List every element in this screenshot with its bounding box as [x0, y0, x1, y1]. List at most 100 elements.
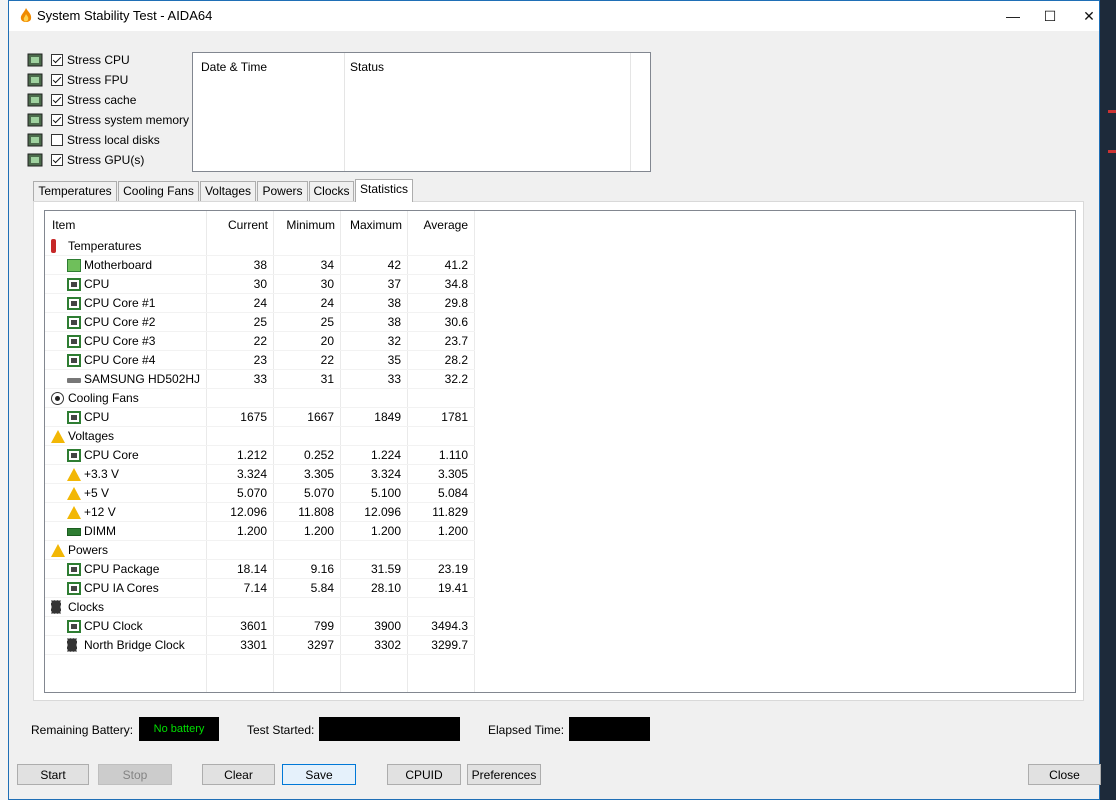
close-window-button[interactable]: ✕	[1069, 1, 1109, 31]
tab-temperatures[interactable]: Temperatures	[33, 181, 117, 201]
tab-voltages[interactable]: Voltages	[200, 181, 256, 201]
elapsed-time-value	[569, 717, 650, 741]
stop-button[interactable]: Stop	[98, 764, 172, 785]
stress-option-3[interactable]: Stress system memory	[27, 111, 189, 129]
table-row[interactable]: CPU Package 18.14 9.16 31.59 23.19	[45, 560, 475, 579]
cell-current: 1.212	[236, 448, 267, 462]
stress-option-5[interactable]: Stress GPU(s)	[27, 151, 144, 169]
checkbox[interactable]	[51, 94, 63, 106]
checkbox[interactable]	[51, 134, 63, 146]
table-row[interactable]: CPU Clock 3601 799 3900 3494.3	[45, 617, 475, 636]
cell-minimum: 1667	[307, 410, 334, 424]
cell-current: 33	[253, 372, 267, 386]
stress-option-1[interactable]: Stress FPU	[27, 71, 128, 89]
header-current[interactable]: Current	[207, 218, 268, 232]
cell-average: 3494.3	[431, 619, 468, 633]
checkbox[interactable]	[51, 154, 63, 166]
row-label: CPU Core #3	[84, 334, 156, 348]
tab-cooling-fans[interactable]: Cooling Fans	[118, 181, 199, 201]
cell-minimum: 0.252	[303, 448, 334, 462]
battery-label: Remaining Battery:	[31, 723, 134, 737]
warning-icon	[67, 506, 81, 519]
stress-option-label: Stress CPU	[67, 53, 130, 67]
table-row[interactable]: +5 V 5.070 5.070 5.100 5.084	[45, 484, 475, 503]
table-row[interactable]: CPU Core #2 25 25 38 30.6	[45, 313, 475, 332]
table-row[interactable]: +12 V 12.096 11.808 12.096 11.829	[45, 503, 475, 522]
table-row[interactable]: SAMSUNG HD502HJ 33 31 33 32.2	[45, 370, 475, 389]
cell-maximum: 32	[387, 334, 401, 348]
cell-current: 7.14	[243, 581, 267, 595]
clear-button[interactable]: Clear	[202, 764, 275, 785]
row-label: Powers	[68, 543, 109, 557]
stress-option-4[interactable]: Stress local disks	[27, 131, 160, 149]
table-row[interactable]: +3.3 V 3.324 3.305 3.324 3.305	[45, 465, 475, 484]
cell-average: 11.829	[432, 505, 468, 519]
gpu-icon	[27, 153, 43, 167]
cell-current: 12.096	[230, 505, 267, 519]
cell-minimum: 11.808	[298, 505, 334, 519]
start-button[interactable]: Start	[17, 764, 89, 785]
cell-current: 5.070	[236, 486, 267, 500]
stress-option-2[interactable]: Stress cache	[27, 91, 136, 109]
cell-average: 1.200	[437, 524, 468, 538]
tab-clocks[interactable]: Clocks	[309, 181, 354, 201]
group-row[interactable]: Temperatures	[45, 237, 475, 256]
table-row[interactable]: Motherboard 38 34 42 41.2	[45, 256, 475, 275]
tab-statistics[interactable]: Statistics	[355, 179, 413, 202]
preferences-button[interactable]: Preferences	[467, 764, 541, 785]
group-row[interactable]: Powers	[45, 541, 475, 560]
cell-average: 3299.7	[431, 638, 468, 652]
cell-maximum: 42	[387, 258, 401, 272]
elapsed-time-label: Elapsed Time:	[488, 723, 565, 737]
maximize-button[interactable]: ☐	[1030, 1, 1070, 31]
battery-value: No battery	[139, 717, 219, 741]
cpuid-button[interactable]: CPUID	[387, 764, 461, 785]
checkbox[interactable]	[51, 74, 63, 86]
statistics-table[interactable]: Item Current Minimum Maximum Average Tem…	[44, 210, 1076, 693]
stress-option-label: Stress GPU(s)	[67, 153, 145, 167]
cell-maximum: 1.200	[370, 524, 401, 538]
table-row[interactable]: CPU Core 1.212 0.252 1.224 1.110	[45, 446, 475, 465]
event-log-list[interactable]: Date & Time Status	[192, 52, 651, 172]
table-row[interactable]: CPU Core #4 23 22 35 28.2	[45, 351, 475, 370]
header-minimum[interactable]: Minimum	[274, 218, 335, 232]
table-row[interactable]: CPU 30 30 37 34.8	[45, 275, 475, 294]
tab-powers[interactable]: Powers	[257, 181, 308, 201]
stress-option-0[interactable]: Stress CPU	[27, 51, 130, 69]
cell-current: 1675	[240, 410, 267, 424]
header-average[interactable]: Average	[408, 218, 468, 232]
log-header-datetime[interactable]: Date & Time	[201, 60, 267, 74]
cell-average: 28.2	[444, 353, 468, 367]
minimize-button[interactable]: —	[993, 1, 1033, 31]
checkbox[interactable]	[51, 54, 63, 66]
table-row[interactable]: CPU 1675 1667 1849 1781	[45, 408, 475, 427]
dimm-icon	[67, 528, 81, 536]
chip-icon	[67, 354, 81, 367]
cell-maximum: 1849	[374, 410, 401, 424]
group-row[interactable]: Clocks	[45, 598, 475, 617]
cell-minimum: 30	[320, 277, 334, 291]
header-maximum[interactable]: Maximum	[341, 218, 402, 232]
fan-icon	[51, 392, 64, 405]
desktop-background-right	[1100, 0, 1116, 800]
table-row[interactable]: CPU Core #1 24 24 38 29.8	[45, 294, 475, 313]
group-row[interactable]: Cooling Fans	[45, 389, 475, 408]
table-row[interactable]: CPU IA Cores 7.14 5.84 28.10 19.41	[45, 579, 475, 598]
cell-average: 34.8	[444, 277, 468, 291]
save-button[interactable]: Save	[282, 764, 356, 785]
group-row[interactable]: Voltages	[45, 427, 475, 446]
row-label: Clocks	[68, 600, 105, 614]
cell-minimum: 25	[320, 315, 334, 329]
close-button[interactable]: Close	[1028, 764, 1101, 785]
table-row[interactable]: North Bridge Clock 3301 3297 3302 3299.7	[45, 636, 475, 655]
table-row[interactable]: DIMM 1.200 1.200 1.200 1.200	[45, 522, 475, 541]
checkbox[interactable]	[51, 114, 63, 126]
log-header-status[interactable]: Status	[350, 60, 384, 74]
header-item[interactable]: Item	[52, 218, 75, 232]
cell-average: 3.305	[437, 467, 468, 481]
cell-minimum: 34	[320, 258, 334, 272]
table-row[interactable]: CPU Core #3 22 20 32 23.7	[45, 332, 475, 351]
title-bar: System Stability Test - AIDA64 — ☐ ✕	[9, 1, 1099, 31]
chip-icon	[67, 297, 81, 310]
cell-average: 5.084	[437, 486, 468, 500]
